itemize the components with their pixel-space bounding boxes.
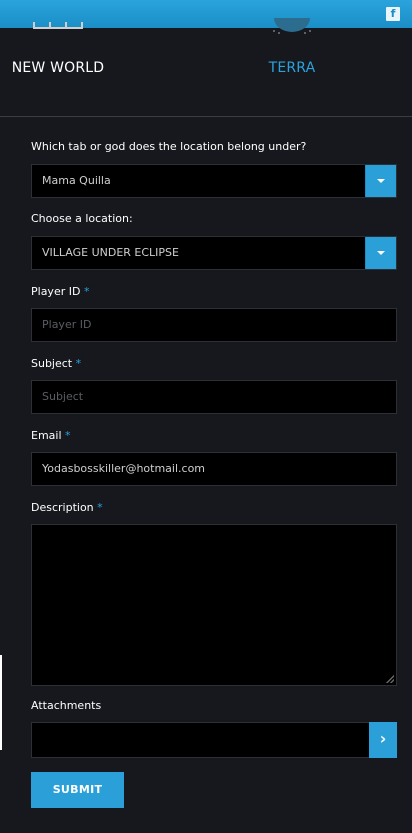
required-mark: * xyxy=(83,285,90,298)
attach-button[interactable]: › xyxy=(369,722,397,758)
player-id-label-text: Player ID xyxy=(31,285,81,298)
caret-down-icon xyxy=(377,251,385,255)
nav-item-label: TERRA xyxy=(268,60,316,76)
tab-select-dropdown-button[interactable] xyxy=(365,165,396,197)
attachments-input[interactable]: › xyxy=(31,722,397,758)
resize-handle-icon[interactable] xyxy=(386,675,394,683)
email-label-text: Email xyxy=(31,429,62,442)
required-mark: * xyxy=(65,429,71,442)
game-nav: NEW WORLD TERRA xyxy=(0,18,412,117)
location-select[interactable]: VILLAGE UNDER ECLIPSE xyxy=(31,236,397,270)
subject-label: Subject * xyxy=(31,357,81,370)
left-edge-strip xyxy=(0,655,2,750)
email-value: Yodasbosskiller@hotmail.com xyxy=(42,462,206,475)
subject-label-text: Subject xyxy=(31,357,73,370)
subject-placeholder: Subject xyxy=(42,390,84,403)
location-select-label: Choose a location: xyxy=(31,212,133,225)
attachments-label: Attachments xyxy=(31,699,102,712)
new-world-icon xyxy=(33,22,83,29)
description-label-text: Description xyxy=(31,501,94,514)
description-textarea[interactable] xyxy=(31,524,397,686)
subject-input[interactable]: Subject xyxy=(31,380,397,414)
caret-down-icon xyxy=(377,179,385,183)
player-id-label: Player ID * xyxy=(31,285,89,298)
tab-select[interactable]: Mama Quilla xyxy=(31,164,397,198)
submit-button[interactable]: SUBMIT xyxy=(31,772,124,808)
required-mark: * xyxy=(97,501,103,514)
facebook-icon[interactable]: f xyxy=(386,7,400,21)
nav-item-label: NEW WORLD xyxy=(11,60,105,76)
player-id-placeholder: Player ID xyxy=(42,318,92,331)
email-label: Email * xyxy=(31,429,71,442)
location-select-dropdown-button[interactable] xyxy=(365,237,396,269)
player-id-input[interactable]: Player ID xyxy=(31,308,397,342)
terra-globe-icon xyxy=(273,18,311,34)
email-input[interactable]: Yodasbosskiller@hotmail.com xyxy=(31,452,397,486)
tab-select-label: Which tab or god does the location belon… xyxy=(31,140,307,153)
tab-select-value: Mama Quilla xyxy=(42,174,111,187)
required-mark: * xyxy=(75,357,82,370)
location-select-value: VILLAGE UNDER ECLIPSE xyxy=(42,246,179,259)
description-label: Description * xyxy=(31,501,103,514)
